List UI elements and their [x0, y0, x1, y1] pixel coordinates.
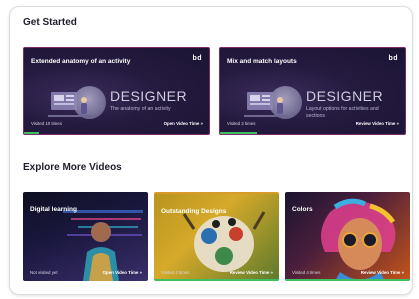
visit-status: Visited 2 times — [227, 121, 256, 126]
get-started-heading: Get Started — [23, 17, 77, 28]
designer-wordmark: DESIGNER — [306, 88, 384, 104]
open-video-button[interactable]: Open Video Time » — [164, 121, 203, 126]
card-footer: Visited 4 times Review Video Time » — [292, 270, 404, 275]
card-subtitle: Layout options for activities and sectio… — [306, 106, 379, 119]
review-video-button[interactable]: Review Video Time » — [361, 270, 404, 275]
designer-illustration — [244, 92, 288, 117]
card-subtitle: The anatomy of an activity — [110, 106, 171, 112]
card-title: Outstanding Designs — [161, 208, 227, 215]
card-title: Mix and match layouts — [227, 58, 297, 65]
progress-bar — [24, 132, 39, 134]
explore-more-heading: Explore More Videos — [23, 162, 122, 173]
card-footer: Not visited yet Open Video Time » — [30, 270, 142, 275]
visit-status: Visited 10 times — [31, 121, 62, 126]
progress-bar — [220, 132, 257, 134]
video-card-extended-anatomy[interactable]: Extended anatomy of an activity bd DESIG… — [23, 47, 210, 135]
video-card-digital-learning[interactable]: Digital learning Not visited yet Open Vi… — [23, 192, 148, 281]
visit-status: Visited 4 times — [292, 270, 321, 275]
card-footer: Visited 2 times Review Video Time » — [227, 121, 399, 126]
video-card-mix-and-match[interactable]: Mix and match layouts bd DESIGNER Layout… — [219, 47, 406, 135]
progress-bar — [154, 279, 279, 281]
review-video-button[interactable]: Review Video Time » — [356, 121, 399, 126]
visit-status: Visited 4 times — [161, 270, 190, 275]
card-title: Extended anatomy of an activity — [31, 58, 131, 65]
bd-logo: bd — [192, 55, 202, 62]
card-footer: Visited 10 times Open Video Time » — [31, 121, 203, 126]
progress-bar — [285, 279, 410, 281]
card-title: Digital learning — [30, 206, 77, 213]
learning-hub-panel: Get Started Extended anatomy of an activ… — [9, 6, 413, 295]
visit-status: Not visited yet — [30, 270, 58, 275]
card-footer: Visited 4 times Review Video Time » — [161, 270, 273, 275]
video-card-colors[interactable]: Colors Visited 4 times Review Video Time… — [285, 192, 410, 281]
open-video-button[interactable]: Open Video Time » — [103, 270, 142, 275]
video-card-outstanding-designs[interactable]: Outstanding Designs Visited 4 times Revi… — [154, 192, 279, 281]
review-video-button[interactable]: Review Video Time » — [230, 270, 273, 275]
bd-logo: bd — [388, 55, 398, 62]
card-title: Colors — [292, 206, 313, 213]
designer-illustration — [48, 92, 92, 117]
designer-wordmark: DESIGNER — [110, 88, 188, 104]
